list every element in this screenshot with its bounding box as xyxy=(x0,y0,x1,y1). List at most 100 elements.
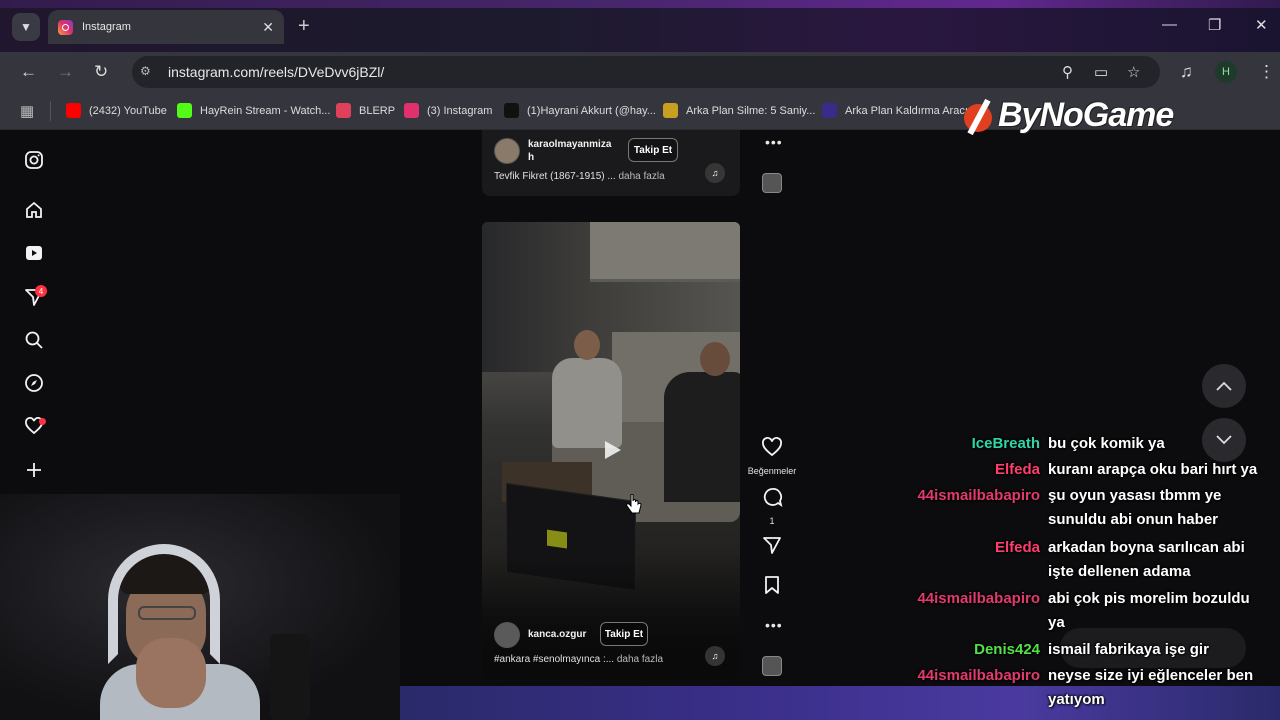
bookmark-favicon-icon xyxy=(336,103,351,118)
audio-thumbnail[interactable] xyxy=(762,173,782,193)
explore-icon[interactable] xyxy=(24,373,44,393)
profile-avatar[interactable]: H xyxy=(1215,61,1237,83)
url-text: instagram.com/reels/DVeDvv6jBZl/ xyxy=(168,64,385,80)
chat-text: abi çok pis morelim bozuldu ya xyxy=(1048,590,1250,631)
chevron-up-icon xyxy=(1216,381,1232,391)
chat-username: 44ismailbabapiro xyxy=(917,487,1040,504)
more-options-icon[interactable]: ••• xyxy=(765,617,783,633)
bookmark-item[interactable]: Arka Plan Silme: 5 Saniy... xyxy=(663,103,815,118)
chat-message: Denis424 ismail fabrikaya işe gir xyxy=(880,638,1268,662)
reel-caption: #ankara #senolmayınca :... daha fazla xyxy=(494,654,663,665)
zoom-icon[interactable]: ⚲ xyxy=(1062,63,1073,81)
tab-title: Instagram xyxy=(82,21,131,33)
comment-icon[interactable] xyxy=(761,486,783,508)
bookmark-favicon-icon xyxy=(177,103,192,118)
chat-message: 44ismailbabapiro şu oyun yasası tbmm ye s… xyxy=(880,484,1268,532)
reel-username[interactable]: kanca.ozgur xyxy=(528,628,586,641)
logo-mark-icon xyxy=(962,98,996,134)
audio-thumbnail[interactable] xyxy=(762,656,782,676)
bookmark-label: HayRein Stream - Watch... xyxy=(200,104,331,117)
play-icon[interactable] xyxy=(600,438,624,462)
back-button[interactable]: ← xyxy=(20,62,37,82)
search-icon[interactable] xyxy=(24,330,44,350)
avatar[interactable] xyxy=(494,138,520,164)
minimize-button[interactable]: — xyxy=(1162,16,1177,33)
chat-username: Elfeda xyxy=(994,539,1040,556)
address-bar[interactable]: ⚙ instagram.com/reels/DVeDvv6jBZl/ ⚲ ▭ ☆ xyxy=(132,56,1160,88)
chat-text: ismail fabrikaya işe gir xyxy=(1048,641,1209,658)
share-action[interactable] xyxy=(745,534,799,561)
site-settings-icon[interactable]: ⚙ xyxy=(140,64,156,80)
follow-button[interactable]: Takip Et xyxy=(628,138,678,162)
bookmarks-divider xyxy=(50,101,51,121)
bookmark-favicon-icon xyxy=(66,103,81,118)
chat-message: Elfeda kuranı arapça oku bari hırt ya xyxy=(880,458,1268,482)
home-icon[interactable] xyxy=(24,200,44,220)
chat-text: şu oyun yasası tbmm ye sunuldu abi onun … xyxy=(1048,487,1222,528)
chat-text: kuranı arapça oku bari hırt ya xyxy=(1048,461,1258,478)
bookmark-label: (1)Hayrani Akkurt (@hay... xyxy=(527,104,656,117)
chevron-down-icon: ▼ xyxy=(20,20,32,34)
more-options-icon[interactable]: ••• xyxy=(765,134,783,150)
stream-logo: ByNoGame xyxy=(962,96,1174,135)
save-action[interactable] xyxy=(745,574,799,601)
follow-button[interactable]: Takip Et xyxy=(600,622,648,646)
chat-text: neyse size iyi eğlenceler ben yatıyom xyxy=(1048,667,1254,708)
chat-text: arkadan boyna sarılıcan abi işte dellene… xyxy=(1048,539,1245,580)
install-app-icon[interactable]: ▭ xyxy=(1094,63,1108,81)
close-tab-icon[interactable]: ✕ xyxy=(262,19,274,36)
bookmark-label: Arka Plan Kaldırma Aracı... xyxy=(845,104,978,117)
tab-strip: ▼ Instagram ✕ + — ❐ ✕ xyxy=(0,0,1280,52)
chat-username: 44ismailbabapiro xyxy=(917,590,1040,607)
new-tab-button[interactable]: + xyxy=(298,16,310,36)
bookmark-item[interactable]: (3) Instagram xyxy=(404,103,492,118)
reel-username[interactable]: karaolmayanmiza h xyxy=(528,138,611,164)
comment-action[interactable]: 1 xyxy=(745,486,799,526)
bookmark-item[interactable]: HayRein Stream - Watch... xyxy=(177,103,330,118)
apps-grid-icon[interactable]: ▦ xyxy=(20,102,34,120)
toolbar: ← → ↻ ⚙ instagram.com/reels/DVeDvv6jBZl/… xyxy=(0,52,1280,92)
sound-toggle-icon[interactable]: ♫ xyxy=(705,163,725,183)
bookmark-star-icon[interactable]: ☆ xyxy=(1127,63,1140,81)
tab-search-button[interactable]: ▼ xyxy=(12,13,40,41)
menu-icon[interactable]: ⋮ xyxy=(1258,62,1275,82)
close-window-button[interactable]: ✕ xyxy=(1255,16,1268,34)
bookmark-item[interactable]: BLERP xyxy=(336,103,395,118)
comment-count: 1 xyxy=(769,516,775,526)
bookmark-favicon-icon xyxy=(822,103,837,118)
bookmark-icon[interactable] xyxy=(761,574,783,596)
chat-text: bu çok komik ya xyxy=(1048,435,1165,452)
forward-button[interactable]: → xyxy=(57,62,74,82)
previous-reel[interactable]: karaolmayanmiza h Takip Et Tevfik Fikret… xyxy=(482,130,740,196)
like-label: Beğenmeler xyxy=(747,466,797,476)
bookmark-favicon-icon xyxy=(404,103,419,118)
tab-instagram[interactable]: Instagram ✕ xyxy=(48,10,284,44)
more-link[interactable]: daha fazla xyxy=(619,171,665,182)
bookmark-item[interactable]: (1)Hayrani Akkurt (@hay... xyxy=(504,103,656,118)
webcam-feed xyxy=(0,494,400,720)
more-link[interactable]: daha fazla xyxy=(617,654,663,665)
share-icon[interactable] xyxy=(761,534,783,556)
like-action[interactable]: Beğenmeler xyxy=(745,436,799,476)
heart-icon[interactable] xyxy=(761,436,783,458)
hand-cursor-icon xyxy=(626,494,642,514)
bookmark-label: BLERP xyxy=(359,104,396,117)
reload-button[interactable]: ↻ xyxy=(94,62,108,82)
caption-text: Tevfik Fikret (1867-1915) ... xyxy=(494,171,616,182)
bookmark-item[interactable]: Arka Plan Kaldırma Aracı... xyxy=(822,103,977,118)
chat-username: Denis424 xyxy=(974,641,1040,658)
create-plus-icon[interactable] xyxy=(24,460,44,480)
instagram-logo-icon[interactable] xyxy=(24,150,44,170)
previous-reel-button[interactable] xyxy=(1202,364,1246,408)
bookmark-favicon-icon xyxy=(663,103,678,118)
bookmark-item[interactable]: (2432) YouTube xyxy=(66,103,167,118)
reels-icon[interactable] xyxy=(24,243,44,263)
bookmark-label: Arka Plan Silme: 5 Saniy... xyxy=(686,104,816,117)
sound-toggle-icon[interactable]: ♫ xyxy=(705,646,725,666)
chat-message: 44ismailbabapiro neyse size iyi eğlencele… xyxy=(880,664,1268,712)
restore-button[interactable]: ❐ xyxy=(1208,16,1221,34)
logo-text: ByNoGame xyxy=(998,96,1174,134)
avatar[interactable] xyxy=(494,622,520,648)
media-controls-icon[interactable]: ♫ xyxy=(1180,62,1193,82)
chat-username: Elfeda xyxy=(994,461,1040,478)
